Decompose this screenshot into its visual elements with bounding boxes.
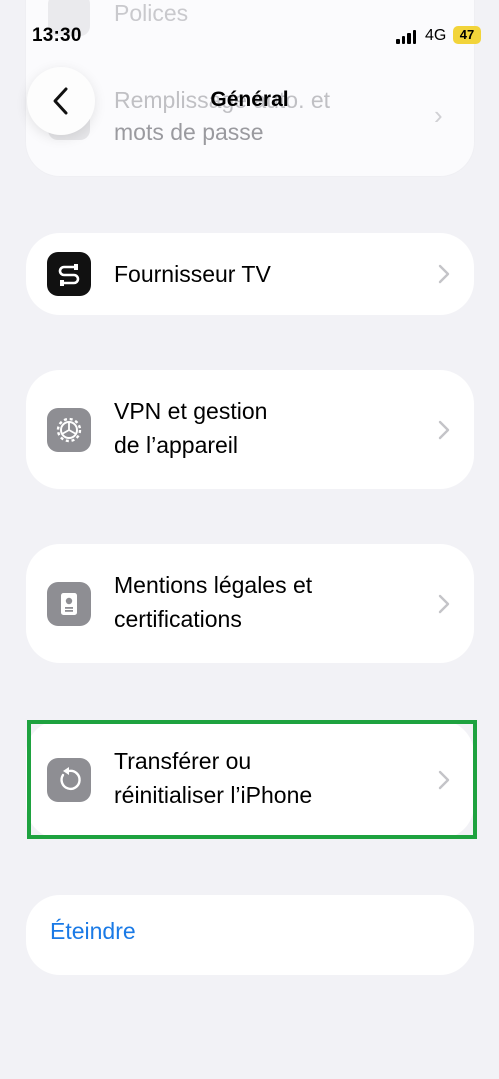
legal-label: Mentions légales et certifications <box>114 572 313 632</box>
gear-icon <box>47 408 91 452</box>
highlight-box <box>27 720 477 839</box>
chevron-right-icon <box>438 420 450 440</box>
tv-provider-label: Fournisseur TV <box>114 261 271 287</box>
cellular-signal-icon <box>396 30 416 44</box>
network-type: 4G <box>425 27 447 44</box>
page-title: Général <box>210 88 289 111</box>
legal-certifications-row[interactable]: Mentions légales et certifications <box>26 544 474 663</box>
vpn-label: VPN et gestion de l’appareil <box>114 398 268 458</box>
status-bar: 13:30 4G 47 <box>0 0 499 70</box>
tv-provider-row[interactable]: Fournisseur TV <box>26 233 474 315</box>
battery-icon: 47 <box>453 26 481 44</box>
certificate-icon <box>47 582 91 626</box>
chevron-right-icon <box>438 594 450 614</box>
vpn-device-management-row[interactable]: VPN et gestion de l’appareil <box>26 370 474 489</box>
status-time: 13:30 <box>32 25 82 46</box>
chevron-right-icon <box>438 264 450 284</box>
shutdown-row[interactable]: Éteindre <box>26 895 474 975</box>
shutdown-button[interactable]: Éteindre <box>50 918 136 945</box>
tv-provider-icon <box>47 252 91 296</box>
